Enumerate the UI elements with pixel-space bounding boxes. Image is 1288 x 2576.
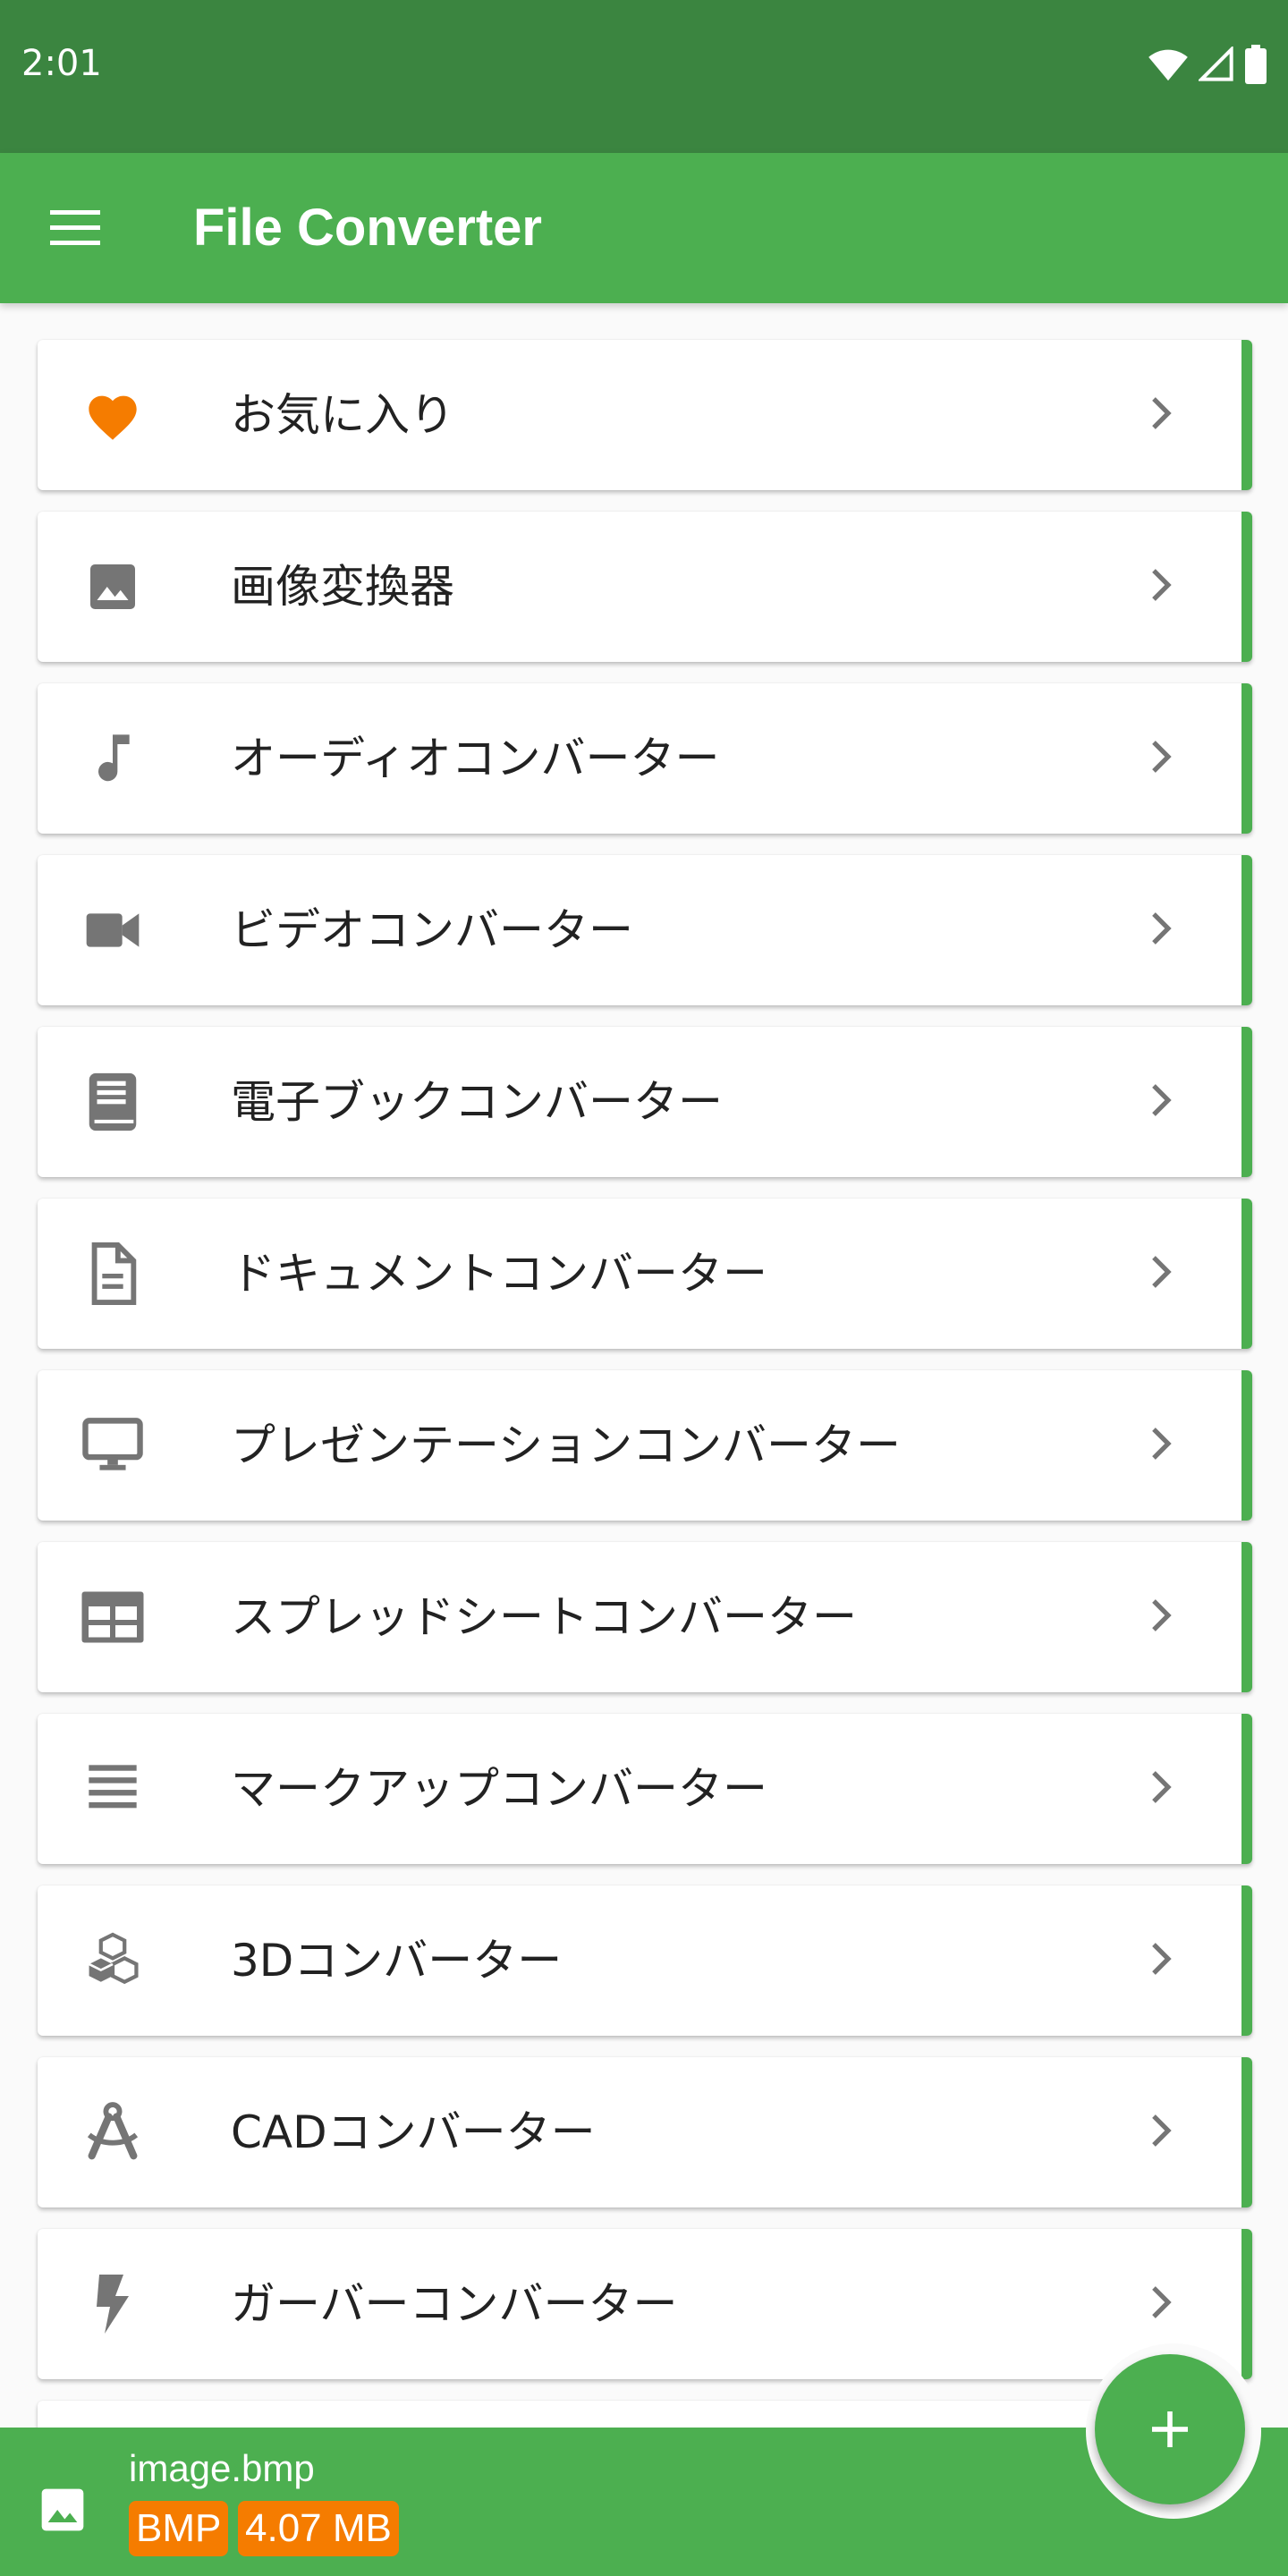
monitor-icon: [77, 1410, 148, 1481]
book-icon: [77, 1066, 148, 1138]
file-size-badge: 4.07 MB: [238, 2501, 399, 2556]
converter-item-document[interactable]: ドキュメントコンバーター: [38, 1199, 1252, 1349]
chevron-right-icon: [1140, 2281, 1182, 2324]
converter-item-markup[interactable]: マークアップコンバーター: [38, 1714, 1252, 1864]
converter-item-3d[interactable]: 3Dコンバーター: [38, 1885, 1252, 2036]
chevron-right-icon: [1140, 1250, 1182, 1293]
converter-item-audio[interactable]: オーディオコンバーター: [38, 683, 1252, 834]
chevron-right-icon: [1140, 907, 1182, 950]
converter-label: ガーバーコンバーター: [231, 2278, 678, 2330]
converter-item-image[interactable]: 画像変換器: [38, 512, 1252, 662]
image-file-icon: [30, 2478, 95, 2542]
converter-item-favorites[interactable]: お気に入り: [38, 340, 1252, 490]
chevron-right-icon: [1140, 2109, 1182, 2152]
battery-icon: [1245, 45, 1267, 84]
converter-label: ビデオコンバーター: [231, 904, 633, 956]
cubes-icon: [77, 1925, 148, 1996]
document-icon: [77, 1238, 148, 1309]
converter-label: CADコンバーター: [231, 2106, 596, 2158]
bolt-icon: [77, 2268, 148, 2340]
converter-item-presentation[interactable]: プレゼンテーションコンバーター: [38, 1370, 1252, 1521]
converter-label: マークアップコンバーター: [231, 1763, 767, 1815]
converter-item-gerber[interactable]: ガーバーコンバーター: [38, 2229, 1252, 2379]
chevron-right-icon: [1140, 1594, 1182, 1637]
chevron-right-icon: [1140, 1422, 1182, 1465]
videocam-icon: [77, 894, 148, 966]
app-title: File Converter: [193, 199, 542, 257]
plus-icon: [1152, 2411, 1188, 2447]
converter-label: 電子ブックコンバーター: [231, 1076, 723, 1128]
status-icons: [1148, 45, 1267, 84]
add-file-button[interactable]: [1095, 2354, 1245, 2504]
chevron-right-icon: [1140, 1937, 1182, 1980]
file-name: image.bmp: [129, 2447, 315, 2489]
chevron-right-icon: [1140, 1766, 1182, 1809]
wifi-icon: [1148, 49, 1188, 81]
converter-label: スプレッドシートコンバーター: [231, 1591, 857, 1643]
cell-signal-icon: [1199, 47, 1233, 81]
app-bar: File Converter: [0, 153, 1288, 303]
converter-label: ドキュメントコンバーター: [231, 1248, 767, 1300]
converter-label: オーディオコンバーター: [231, 733, 720, 784]
table-icon: [77, 1581, 148, 1653]
chevron-right-icon: [1140, 392, 1182, 435]
chevron-right-icon: [1140, 1079, 1182, 1122]
converter-label: お気に入り: [231, 389, 454, 441]
converter-item-ebook[interactable]: 電子ブックコンバーター: [38, 1027, 1252, 1177]
hamburger-menu-icon[interactable]: [39, 192, 111, 264]
converter-label: 画像変換器: [231, 561, 454, 613]
image-icon: [77, 551, 148, 623]
converter-label: プレゼンテーションコンバーター: [231, 1419, 901, 1471]
chevron-right-icon: [1140, 735, 1182, 778]
status-time: 2:01: [21, 43, 102, 84]
converter-item-video[interactable]: ビデオコンバーター: [38, 855, 1252, 1005]
converter-label: 3Dコンバーター: [231, 1935, 563, 1987]
heart-icon: [77, 379, 148, 451]
chevron-right-icon: [1140, 564, 1182, 606]
converter-item-cad[interactable]: CADコンバーター: [38, 2057, 1252, 2207]
format-badge: BMP: [129, 2501, 229, 2556]
converter-item-spreadsheet[interactable]: スプレッドシートコンバーター: [38, 1542, 1252, 1692]
compass-icon: [77, 2097, 148, 2168]
status-bar: 2:01: [0, 0, 1288, 153]
music-note-icon: [77, 723, 148, 794]
lines-icon: [77, 1753, 148, 1825]
